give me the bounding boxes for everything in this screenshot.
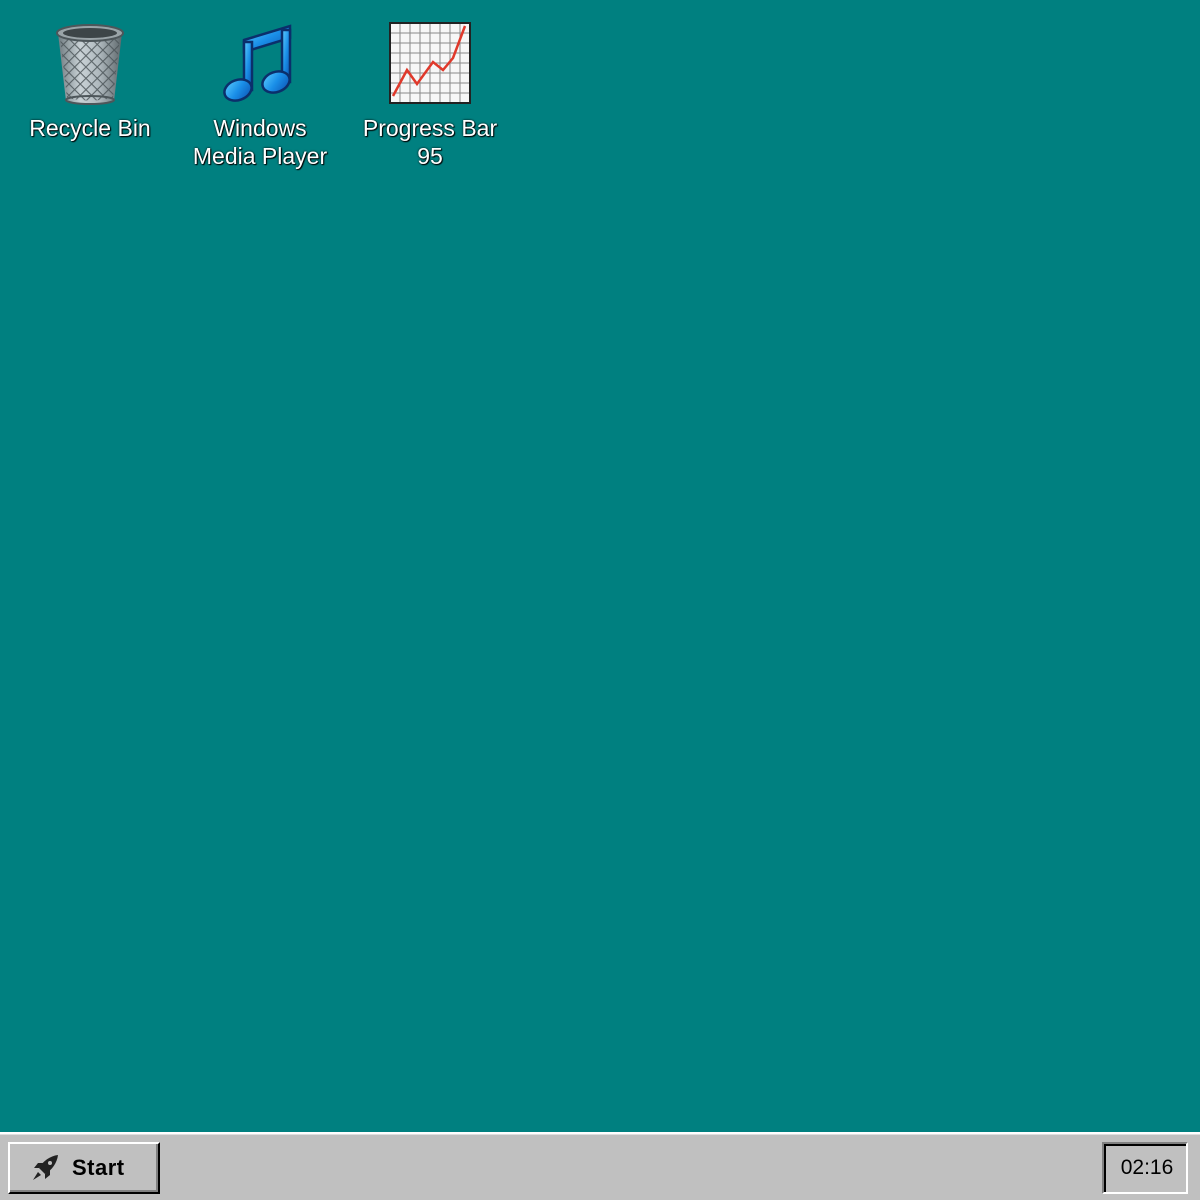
start-button[interactable]: Start (8, 1142, 160, 1194)
line-chart-icon (385, 18, 475, 108)
desktop: Recycle Bin Windows Media Player Progres… (0, 0, 1200, 1132)
start-label: Start (72, 1155, 125, 1180)
taskbar: Start 02:16 (0, 1132, 1200, 1200)
clock[interactable]: 02:16 (1121, 1156, 1174, 1180)
desktop-icon-label: Progress Bar 95 (362, 115, 498, 169)
desktop-icon-label: Recycle Bin (29, 115, 151, 141)
music-note-icon (215, 18, 305, 108)
recycle-bin-icon (45, 18, 135, 108)
desktop-icon-windows-media-player[interactable]: Windows Media Player (175, 18, 345, 170)
desktop-icon-label: Windows Media Player (192, 115, 328, 169)
desktop-icon-recycle-bin[interactable]: Recycle Bin (5, 18, 175, 142)
desktop-icon-progress-bar-95[interactable]: Progress Bar 95 (345, 18, 515, 170)
system-tray: 02:16 (1102, 1142, 1188, 1194)
rocket-icon (33, 1155, 58, 1180)
